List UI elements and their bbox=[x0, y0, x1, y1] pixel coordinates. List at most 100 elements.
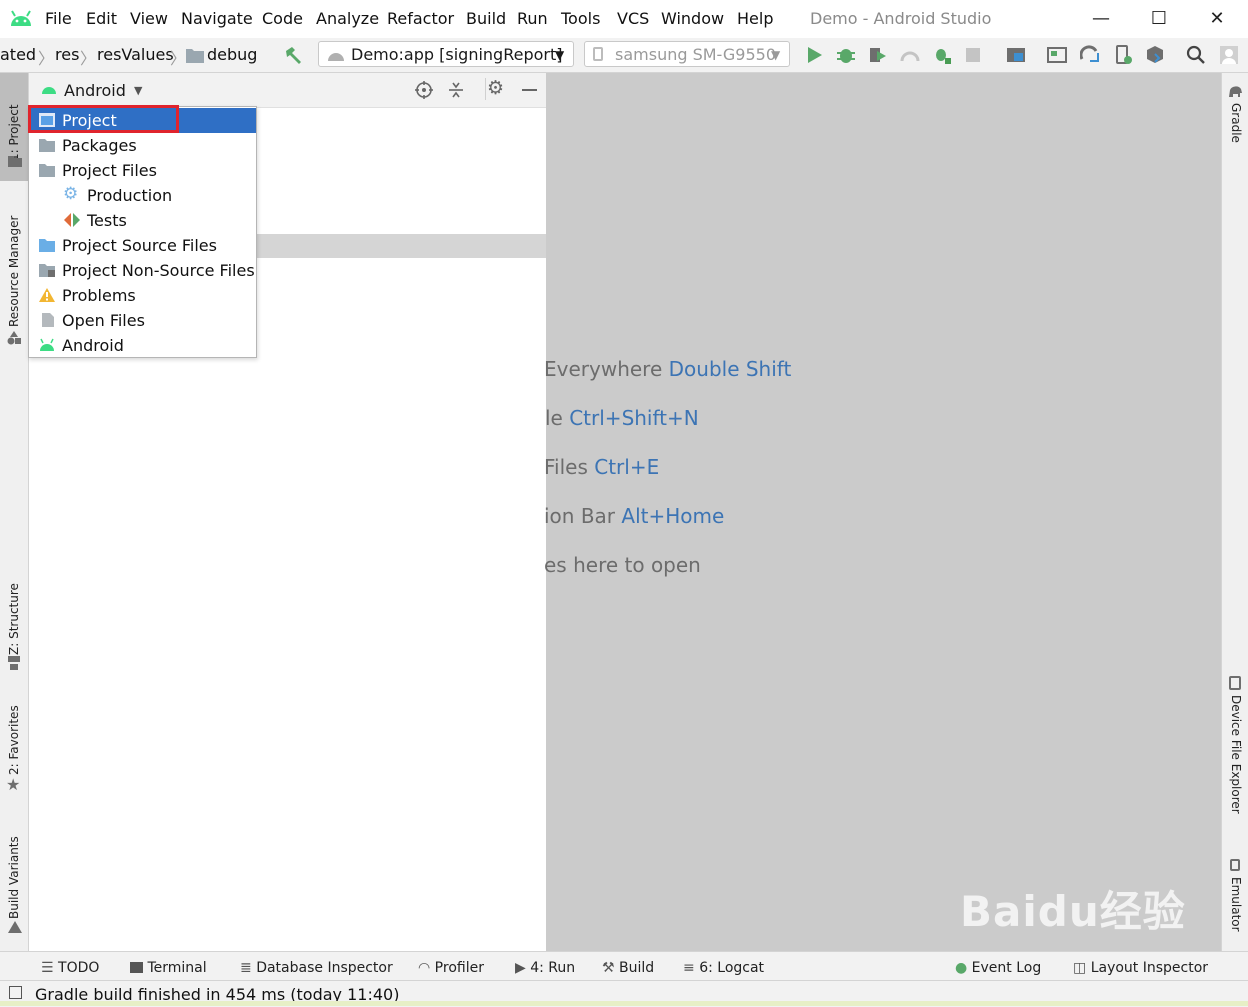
popup-item-label: Project Source Files bbox=[62, 236, 217, 255]
project-structure-icon[interactable] bbox=[1006, 45, 1026, 65]
hammer-icon[interactable] bbox=[283, 45, 303, 65]
tool-tab-project[interactable]: 1: Project bbox=[0, 83, 28, 161]
tool-label: 6: Logcat bbox=[699, 960, 765, 976]
popup-item-problems[interactable]: Problems bbox=[29, 283, 256, 308]
popup-item-label: Project Non-Source Files bbox=[62, 261, 255, 280]
menu-refactor[interactable]: Refactor bbox=[387, 9, 454, 28]
attach-debugger-icon[interactable] bbox=[932, 45, 952, 65]
device-label: samsung SM-G9550 bbox=[615, 45, 777, 64]
menu-build[interactable]: Build bbox=[466, 9, 506, 28]
stop-icon[interactable] bbox=[966, 48, 980, 62]
maximize-button[interactable]: ☐ bbox=[1136, 6, 1182, 32]
menu-analyze[interactable]: Analyze bbox=[316, 9, 379, 28]
todo-tool-button[interactable]: ☰ TODO bbox=[41, 960, 99, 976]
menu-navigate[interactable]: Navigate bbox=[181, 9, 253, 28]
toggle-tool-windows-icon[interactable] bbox=[9, 986, 22, 999]
tool-label: Terminal bbox=[147, 960, 207, 976]
tool-tab-resource-manager[interactable]: Resource Manager bbox=[0, 207, 28, 327]
menu-help[interactable]: Help bbox=[737, 9, 773, 28]
collapse-all-icon[interactable] bbox=[447, 81, 465, 99]
run-configuration-dropdown[interactable]: Demo:app [signingReport] ▼ bbox=[318, 41, 574, 67]
layout-inspector-tool-button[interactable]: ◫ Layout Inspector bbox=[1073, 960, 1208, 976]
menu-window[interactable]: Window bbox=[661, 9, 724, 28]
sdk-manager-icon[interactable] bbox=[1145, 45, 1165, 65]
search-icon[interactable] bbox=[1186, 45, 1206, 65]
production-gear-icon: ⚙ bbox=[63, 184, 79, 204]
project-view-popup: Project Packages Project Files ⚙ Product… bbox=[28, 106, 257, 358]
menu-vcs[interactable]: VCS bbox=[617, 9, 649, 28]
minimize-button[interactable]: — bbox=[1078, 6, 1124, 32]
project-panel-header: Android ▼ ⚙ bbox=[29, 73, 546, 108]
hide-panel-icon[interactable] bbox=[522, 89, 537, 91]
tool-tab-emulator[interactable]: Emulator bbox=[1222, 877, 1248, 947]
terminal-icon bbox=[130, 962, 143, 973]
watermark-logo: Baidu经验 bbox=[960, 887, 1186, 936]
breadcrumb-item-resvalues[interactable]: resValues bbox=[97, 45, 174, 64]
folder-icon bbox=[186, 49, 204, 63]
gradle-elephant-icon bbox=[1229, 86, 1242, 97]
database-icon: ≣ bbox=[240, 960, 252, 976]
menu-code[interactable]: Code bbox=[262, 9, 303, 28]
editor-empty-area: Everywhere Double Shift le Ctrl+Shift+N … bbox=[544, 73, 1221, 951]
hint-navigation-bar: ion Bar Alt+Home bbox=[544, 504, 725, 528]
account-icon[interactable] bbox=[1219, 45, 1239, 65]
device-dropdown[interactable]: samsung SM-G9550 ▼ bbox=[584, 41, 790, 67]
profiler-tool-button[interactable]: ◠ Profiler bbox=[418, 960, 484, 976]
chevron-down-icon: ▼ bbox=[771, 48, 781, 62]
breadcrumb-item-ated[interactable]: ated bbox=[0, 45, 36, 64]
menu-file[interactable]: File bbox=[45, 9, 72, 28]
build-variants-icon bbox=[8, 921, 22, 933]
view-selector-dropdown[interactable]: Android bbox=[64, 81, 126, 100]
sync-gradle-icon[interactable] bbox=[1080, 45, 1100, 65]
menu-run[interactable]: Run bbox=[517, 9, 548, 28]
logcat-tool-button[interactable]: ≡ 6: Logcat bbox=[683, 960, 764, 976]
package-folder-icon bbox=[39, 139, 55, 152]
close-button[interactable]: ✕ bbox=[1194, 6, 1240, 32]
locate-file-icon[interactable] bbox=[415, 81, 433, 99]
avd-manager-icon[interactable] bbox=[1047, 45, 1067, 65]
popup-item-project-non-source-files[interactable]: Project Non-Source Files bbox=[29, 258, 256, 283]
tool-tab-build-variants[interactable]: Build Variants bbox=[0, 829, 28, 919]
tool-tab-favorites[interactable]: 2: Favorites bbox=[0, 701, 28, 775]
database-inspector-tool-button[interactable]: ≣ Database Inspector bbox=[240, 960, 393, 976]
terminal-tool-button[interactable]: Terminal bbox=[130, 960, 207, 976]
menu-tools[interactable]: Tools bbox=[561, 9, 600, 28]
right-tool-strip: Gradle Device File Explorer Emulator bbox=[1221, 73, 1248, 951]
menu-view[interactable]: View bbox=[130, 9, 168, 28]
popup-item-label: Open Files bbox=[62, 311, 145, 330]
header-divider bbox=[485, 78, 486, 100]
popup-item-android[interactable]: Android bbox=[29, 333, 256, 358]
popup-item-tests[interactable]: Tests bbox=[29, 208, 256, 233]
annotation-highlight-box bbox=[28, 105, 179, 133]
profiler-icon[interactable] bbox=[900, 45, 920, 65]
run-icon[interactable] bbox=[804, 45, 824, 65]
device-manager-icon[interactable] bbox=[1113, 45, 1133, 65]
breadcrumb-item-res[interactable]: res bbox=[55, 45, 79, 64]
popup-item-open-files[interactable]: Open Files bbox=[29, 308, 256, 333]
run-tool-button[interactable]: ▶ 4: Run bbox=[515, 960, 575, 976]
tests-icon bbox=[64, 213, 80, 227]
popup-item-project-source-files[interactable]: Project Source Files bbox=[29, 233, 256, 258]
chevron-down-icon[interactable]: ▼ bbox=[134, 84, 142, 97]
hint-drop-files: es here to open bbox=[544, 553, 701, 577]
breadcrumb-item-debug[interactable]: debug bbox=[207, 45, 257, 64]
tool-label: Database Inspector bbox=[256, 960, 393, 976]
popup-item-label: Production bbox=[87, 186, 173, 205]
tool-tab-structure[interactable]: Z: Structure bbox=[0, 575, 28, 655]
popup-item-packages[interactable]: Packages bbox=[29, 133, 256, 158]
popup-item-production[interactable]: ⚙ Production bbox=[29, 183, 256, 208]
list-icon: ☰ bbox=[41, 960, 54, 976]
resource-manager-icon bbox=[7, 331, 21, 345]
menu-edit[interactable]: Edit bbox=[86, 9, 117, 28]
tool-tab-gradle[interactable]: Gradle bbox=[1222, 103, 1248, 163]
navigation-toolbar: ated 〉 res 〉 resValues 〉 debug Demo:app … bbox=[0, 38, 1248, 73]
event-log-tool-button[interactable]: ● Event Log bbox=[955, 960, 1041, 976]
run-with-coverage-icon[interactable] bbox=[868, 45, 888, 65]
build-tool-button[interactable]: ⚒ Build bbox=[602, 960, 654, 976]
tool-tab-device-file-explorer[interactable]: Device File Explorer bbox=[1222, 695, 1248, 825]
logcat-icon: ≡ bbox=[683, 960, 695, 976]
gear-icon[interactable]: ⚙ bbox=[487, 77, 504, 99]
popup-item-project-files[interactable]: Project Files bbox=[29, 158, 256, 183]
debug-icon[interactable] bbox=[836, 45, 856, 65]
source-folder-icon bbox=[39, 239, 55, 252]
